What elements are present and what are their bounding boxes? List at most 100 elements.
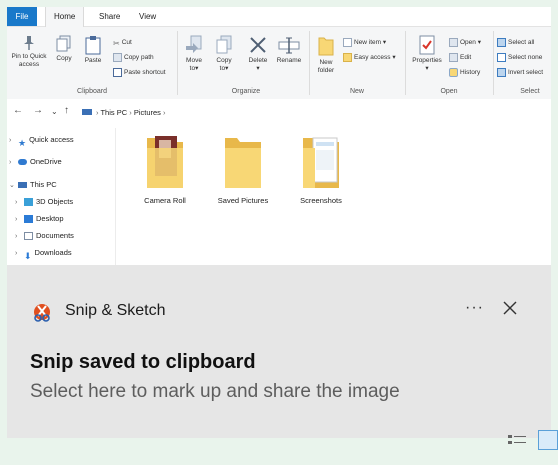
toast-app-name: Snip & Sketch (65, 302, 166, 319)
history-button[interactable]: History (449, 67, 480, 79)
nav-item-3d-objects[interactable]: › 3D Objects (15, 195, 73, 209)
new-item-button[interactable]: New item ▾ (343, 37, 386, 49)
tab-home[interactable]: Home (45, 7, 85, 27)
rename-button[interactable]: Rename (275, 35, 303, 65)
nav-item-onedrive[interactable]: › OneDrive (9, 155, 62, 169)
paste-label: Paste (84, 57, 102, 64)
nav-item-quick-access[interactable]: › ★ Quick access (9, 133, 74, 149)
copy-to-chevron-icon: ▾ (225, 65, 229, 72)
breadcrumb-separator-icon: › (96, 108, 99, 117)
this-pc-icon (82, 109, 92, 115)
new-item-label: New item (354, 39, 382, 46)
properties-icon (419, 35, 435, 55)
paste-shortcut-button[interactable]: Paste shortcut (113, 67, 166, 79)
star-icon: ★ (18, 138, 27, 149)
copy-path-button[interactable]: Copy path (113, 52, 154, 64)
breadcrumb[interactable]: › This PC › Pictures › (96, 108, 166, 117)
toast-title: Snip saved to clipboard (30, 351, 256, 373)
folder-screenshots[interactable]: Screenshots (291, 132, 351, 205)
back-arrow-icon[interactable]: ← (13, 105, 23, 116)
breadcrumb-pictures[interactable]: Pictures (134, 108, 161, 117)
open-label: Open (460, 39, 476, 46)
history-label: History (460, 69, 481, 76)
open-icon (449, 37, 458, 47)
new-folder-button[interactable]: New folder (313, 35, 339, 75)
folder-screenshot-icon (301, 132, 341, 190)
delete-x-icon (250, 37, 266, 53)
chevron-right-icon: › (9, 159, 12, 166)
paste-shortcut-icon (113, 67, 122, 77)
easy-access-button[interactable]: Easy access ▾ (343, 52, 396, 64)
download-arrow-icon: ⬇ (24, 251, 32, 262)
move-to-button[interactable]: Move to▾ (183, 35, 205, 73)
copy-icon (56, 35, 71, 52)
nav-downloads-label: Downloads (34, 248, 72, 257)
cut-button[interactable]: ✂ Cut (113, 37, 132, 49)
folder-saved-pictures[interactable]: Saved Pictures (213, 132, 273, 205)
chevron-down-icon: ⌄ (9, 182, 15, 189)
ribbon-separator (309, 31, 310, 95)
more-options-icon[interactable]: ··· (465, 299, 484, 317)
tab-file[interactable]: File (7, 7, 37, 26)
chevron-right-icon: › (15, 199, 18, 206)
breadcrumb-this-pc[interactable]: This PC (100, 108, 127, 117)
select-group-label: Select (520, 88, 540, 95)
copy-label: Copy (56, 55, 72, 62)
nav-item-desktop[interactable]: › Desktop (15, 212, 64, 226)
close-icon[interactable] (501, 299, 519, 317)
pin-to-quick-access-button[interactable]: Pin to Quick access (9, 35, 49, 69)
chevron-right-icon: › (15, 233, 18, 240)
folder-label: Screenshots (300, 196, 342, 205)
paste-button[interactable]: Paste (81, 35, 105, 65)
breadcrumb-separator-icon: › (163, 108, 166, 117)
notification-toast[interactable]: Snip & Sketch ··· Snip saved to clipboar… (7, 265, 551, 438)
large-icons-view-icon[interactable] (538, 430, 558, 450)
nav-desktop-label: Desktop (36, 214, 64, 223)
forward-arrow-icon[interactable]: → (33, 105, 43, 116)
nav-item-this-pc[interactable]: ⌄ This PC (9, 178, 57, 192)
cube-icon (24, 198, 33, 207)
select-all-icon (497, 37, 506, 47)
open-group-label: Open (440, 88, 458, 95)
paste-icon (85, 36, 101, 55)
select-all-button[interactable]: Select all (497, 37, 534, 49)
recent-locations-chevron-icon[interactable]: ⌄ (51, 107, 58, 116)
easy-access-chevron-icon: ▾ (392, 54, 396, 61)
select-none-button[interactable]: Select none (497, 52, 542, 64)
tab-view[interactable]: View (131, 7, 164, 26)
select-all-label: Select all (508, 39, 535, 46)
chevron-right-icon: › (9, 137, 12, 144)
nav-onedrive-label: OneDrive (30, 157, 62, 166)
edit-button[interactable]: Edit (449, 52, 471, 64)
new-folder-label: New (319, 59, 333, 66)
select-none-icon (497, 52, 506, 62)
desktop-icon (24, 215, 33, 224)
ribbon-separator (177, 31, 178, 95)
folder-camera-roll[interactable]: Camera Roll (135, 132, 195, 205)
nav-item-documents[interactable]: › Documents (15, 229, 74, 243)
new-item-chevron-icon: ▾ (382, 39, 387, 46)
nav-item-downloads[interactable]: › ⬇ Downloads (15, 246, 72, 262)
open-button[interactable]: Open ▾ (449, 37, 481, 49)
clipboard-group-label: Clipboard (77, 88, 107, 95)
ribbon-separator (493, 31, 494, 95)
history-icon (449, 67, 458, 77)
new-folder-icon (318, 37, 334, 56)
easy-access-label: Easy access (354, 54, 391, 61)
folder-label: Saved Pictures (217, 196, 269, 205)
new-item-icon (343, 37, 352, 47)
tab-share[interactable]: Share (91, 7, 128, 26)
rename-icon (278, 37, 300, 54)
invert-selection-button[interactable]: Invert select (497, 67, 543, 79)
breadcrumb-separator-icon: › (129, 108, 132, 117)
up-arrow-icon[interactable]: ↑ (64, 105, 69, 116)
pin-label: Pin to Quick (11, 53, 47, 60)
copy-to-icon (216, 35, 232, 54)
copy-button[interactable]: Copy (53, 35, 75, 63)
properties-button[interactable]: Properties ▾ (409, 35, 445, 73)
copy-to-button[interactable]: Copy to▾ (213, 35, 235, 73)
pin-icon (24, 36, 34, 50)
details-view-icon[interactable] (506, 434, 528, 446)
delete-button[interactable]: Delete ▾ (245, 35, 271, 73)
paste-shortcut-label: Paste shortcut (124, 69, 166, 76)
